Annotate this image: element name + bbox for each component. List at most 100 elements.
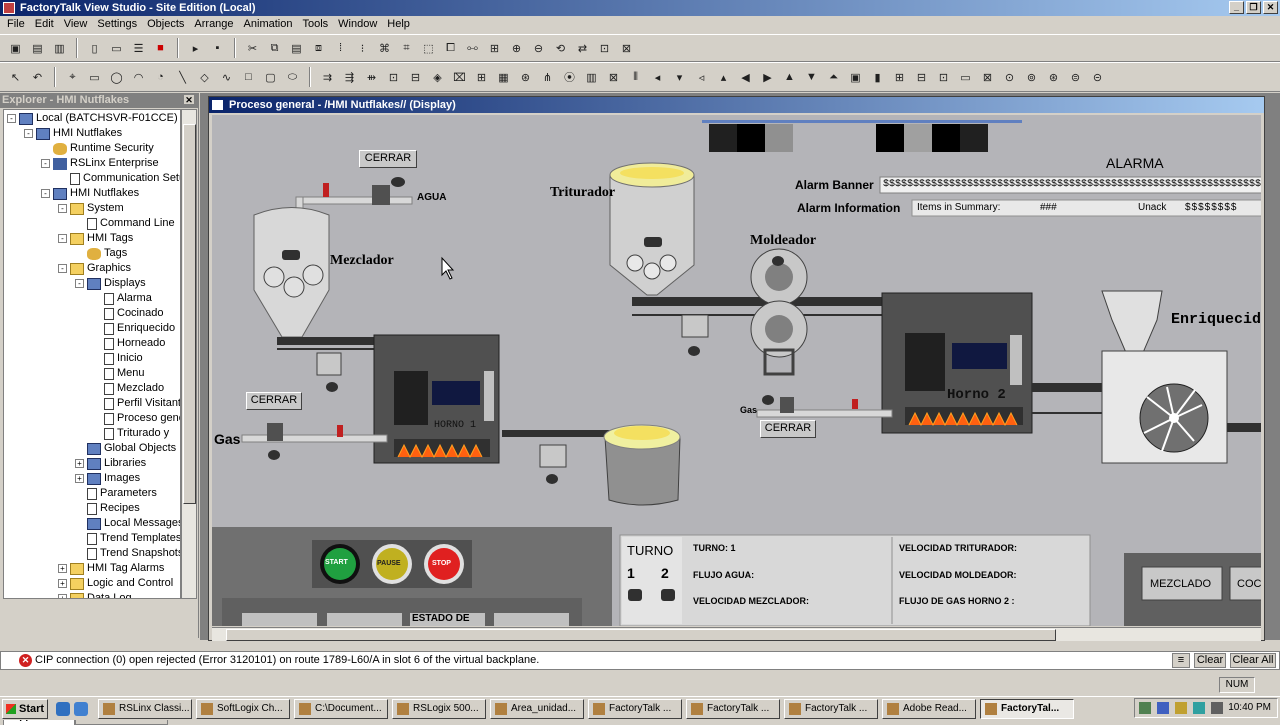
tool-45-icon[interactable]: ⊚ (1022, 68, 1041, 87)
grid-icon[interactable]: ⁞ (331, 39, 350, 58)
tag-icon[interactable]: ⊠ (617, 39, 636, 58)
tool-6-icon[interactable]: ◔ (151, 68, 170, 87)
expand-icon[interactable]: + (58, 579, 67, 588)
start-button[interactable]: START (325, 559, 348, 566)
new-file-icon[interactable]: ▯ (85, 39, 104, 58)
tool-33-icon[interactable]: ▶ (758, 68, 777, 87)
tool-41-icon[interactable]: ⊡ (934, 68, 953, 87)
taskbar-button[interactable]: C:\Document... (294, 698, 388, 719)
tree-item[interactable]: - HMI Nutflakes (41, 186, 139, 201)
menu-file[interactable]: File (2, 16, 30, 34)
tool-36-icon[interactable]: ⏶ (824, 68, 843, 87)
tree-item[interactable]: Tags (75, 246, 127, 261)
tool-26-icon[interactable]: ⊠ (604, 68, 623, 87)
front-icon[interactable]: ⧠ (441, 39, 460, 58)
stop-button[interactable]: STOP (432, 560, 451, 567)
collapse-icon[interactable]: - (24, 129, 33, 138)
restore-button[interactable]: ❐ (1246, 1, 1261, 14)
collapse-icon[interactable]: - (7, 114, 16, 123)
tool-10-icon[interactable]: □ (239, 68, 258, 87)
estado-button[interactable]: ESTADO DE (412, 613, 470, 624)
tool-8-icon[interactable]: ◇ (195, 68, 214, 87)
duplicate-icon[interactable]: ⧈ (309, 39, 328, 58)
group-icon[interactable]: ⌘ (375, 39, 394, 58)
collapse-icon[interactable]: - (58, 264, 67, 273)
tree-item[interactable]: - Local (BATCHSVR-F01CCE) (7, 111, 178, 126)
expand-icon[interactable]: + (58, 564, 67, 573)
tree-item[interactable]: + Libraries (75, 456, 146, 471)
tray-icon[interactable] (1157, 702, 1169, 714)
taskbar-button[interactable]: FactoryTalk ... (686, 698, 780, 719)
taskbar-button[interactable]: FactoryTal... (980, 698, 1074, 719)
turno-1[interactable]: 1 (627, 565, 635, 581)
save-icon[interactable]: ▤ (28, 39, 47, 58)
print-icon[interactable]: ▥ (50, 39, 69, 58)
tool-47-icon[interactable]: ⊜ (1066, 68, 1085, 87)
close-gas-left-button[interactable]: CERRAR (246, 392, 302, 410)
tree-item[interactable]: Command Line (75, 216, 175, 231)
ungroup-icon[interactable]: ⌗ (397, 39, 416, 58)
start-button[interactable]: Start (2, 698, 48, 719)
tree-item[interactable]: Runtime Security (41, 141, 154, 156)
tool-28-icon[interactable]: ◂ (648, 68, 667, 87)
hmi-canvas[interactable]: CERRAR CERRAR CERRAR AGUA Mezclador Trit… (212, 115, 1261, 626)
collapse-icon[interactable]: - (75, 279, 84, 288)
tree-item[interactable]: - Graphics (58, 261, 131, 276)
clear-all-button[interactable]: Clear All (1230, 653, 1276, 668)
ie-icon[interactable] (56, 701, 70, 716)
cut-icon[interactable]: ✂ (243, 39, 262, 58)
mezclado-button[interactable]: MEZCLADO (1150, 578, 1211, 590)
tree-item[interactable]: + Images (75, 471, 140, 486)
rotate-icon[interactable]: ⟲ (551, 39, 570, 58)
tree-item[interactable]: Enriquecido (92, 321, 175, 336)
tree-item[interactable]: Local Messages (75, 516, 180, 531)
menu-window[interactable]: Window (333, 16, 382, 34)
tool-23-icon[interactable]: ⋔ (538, 68, 557, 87)
tool-7-icon[interactable]: ╲ (173, 68, 192, 87)
tool-37-icon[interactable]: ▣ (846, 68, 865, 87)
taskbar-button[interactable]: SoftLogix Ch... (196, 698, 290, 719)
tool-48-icon[interactable]: ⊝ (1088, 68, 1107, 87)
coc-button[interactable]: COC (1237, 578, 1261, 590)
tool-14-icon[interactable]: ⇶ (340, 68, 359, 87)
tray-icon[interactable] (1211, 702, 1223, 714)
tree-item[interactable]: Alarma (92, 291, 152, 306)
tray-icon[interactable] (1139, 702, 1151, 714)
minimize-button[interactable]: _ (1229, 1, 1244, 14)
tree-item[interactable]: - System (58, 201, 124, 216)
tree-item[interactable]: Recipes (75, 501, 140, 516)
select-icon[interactable]: ⬚ (419, 39, 438, 58)
tree-item[interactable]: - HMI Tags (58, 231, 133, 246)
tool-38-icon[interactable]: ▮ (868, 68, 887, 87)
tree-item[interactable]: Global Objects (75, 441, 176, 456)
tool-0-icon[interactable]: ↖ (6, 68, 25, 87)
tree-item[interactable]: - HMI Nutflakes (24, 126, 122, 141)
explorer-icon[interactable]: ☰ (129, 39, 148, 58)
tree-item[interactable]: Horneado (92, 336, 165, 351)
tree-item[interactable]: + Logic and Control (58, 576, 173, 591)
zoom-out-icon[interactable]: ⊖ (529, 39, 548, 58)
menu-help[interactable]: Help (382, 16, 415, 34)
tool-20-icon[interactable]: ⊞ (472, 68, 491, 87)
tool-9-icon[interactable]: ∿ (217, 68, 236, 87)
alarm-banner-value[interactable]: $$$$$$$$$$$$$$$$$$$$$$$$$$$$$$$$$$$$$$$$… (883, 179, 1261, 190)
tool-19-icon[interactable]: ⌧ (450, 68, 469, 87)
tool-21-icon[interactable]: ▦ (494, 68, 513, 87)
flip-icon[interactable]: ⇄ (573, 39, 592, 58)
tray-icon[interactable] (1175, 702, 1187, 714)
copy-icon[interactable]: ⧉ (265, 39, 284, 58)
tree-item[interactable]: Trend Templates (75, 531, 180, 546)
tool-31-icon[interactable]: ▴ (714, 68, 733, 87)
tree-item[interactable]: - Displays (75, 276, 146, 291)
collapse-icon[interactable]: - (58, 204, 67, 213)
stop-record-icon[interactable]: ■ (151, 39, 170, 58)
explorer-close-icon[interactable]: ✕ (183, 94, 195, 105)
tool-32-icon[interactable]: ◀ (736, 68, 755, 87)
tree-item[interactable]: Proceso general (92, 411, 180, 426)
taskbar-button[interactable]: Area_unidad... (490, 698, 584, 719)
tool-22-icon[interactable]: ⊛ (516, 68, 535, 87)
close-water-button[interactable]: CERRAR (359, 150, 417, 168)
tool-34-icon[interactable]: ▲ (780, 68, 799, 87)
menu-objects[interactable]: Objects (142, 16, 189, 34)
tree-item[interactable]: Cocinado (92, 306, 163, 321)
